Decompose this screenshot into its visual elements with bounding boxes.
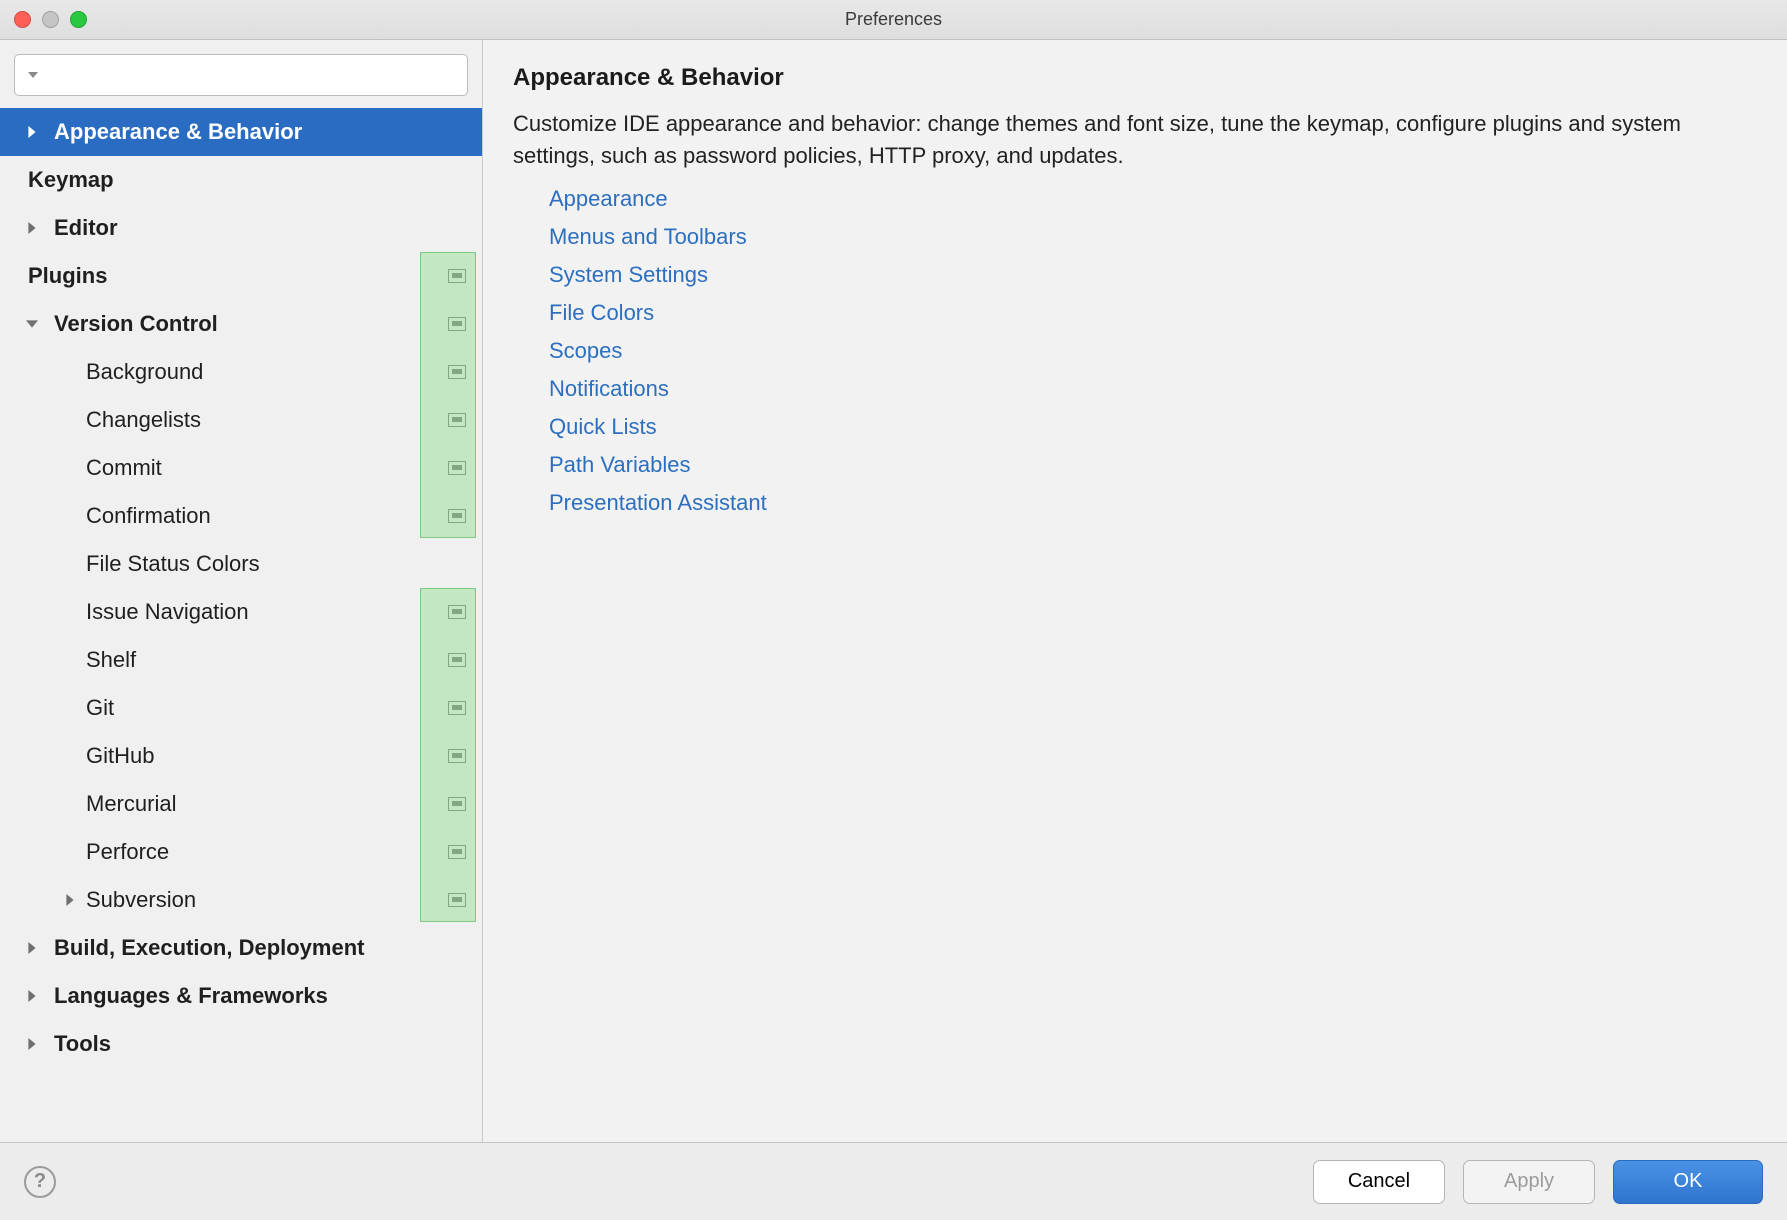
search-input[interactable] — [44, 65, 457, 86]
tree-item-label: Issue Navigation — [86, 599, 249, 625]
tree-item-label: Background — [86, 359, 203, 385]
project-scope-icon — [448, 653, 466, 667]
chevron-right-icon[interactable] — [22, 222, 42, 234]
tree-item-label: Commit — [86, 455, 162, 481]
subpage-link[interactable]: Scopes — [549, 338, 1757, 364]
subpage-link[interactable]: Menus and Toolbars — [549, 224, 1757, 250]
tree-item-label: Tools — [54, 1031, 111, 1057]
tree-item[interactable]: Editor — [0, 204, 482, 252]
page-description: Customize IDE appearance and behavior: c… — [483, 102, 1743, 186]
tree-item[interactable]: Build, Execution, Deployment — [0, 924, 482, 972]
tree-item-label: Appearance & Behavior — [54, 119, 302, 145]
tree-item-label: Shelf — [86, 647, 136, 673]
search-field[interactable] — [14, 54, 468, 96]
close-window-button[interactable] — [14, 11, 31, 28]
search-dropdown-icon[interactable] — [25, 70, 38, 80]
tree-item[interactable]: Commit — [0, 444, 482, 492]
ok-button[interactable]: OK — [1613, 1160, 1763, 1204]
tree-item[interactable]: Subversion — [0, 876, 482, 924]
tree-item[interactable]: Plugins — [0, 252, 482, 300]
tree-item-label: Subversion — [86, 887, 196, 913]
tree-item-label: Git — [86, 695, 114, 721]
content-split: Appearance & Behavior Keymap Editor Plugins… — [0, 40, 1787, 1142]
minimize-window-button[interactable] — [42, 11, 59, 28]
tree-item[interactable]: File Status Colors — [0, 540, 482, 588]
tree-item[interactable]: Confirmation — [0, 492, 482, 540]
tree-item-label: File Status Colors — [86, 551, 260, 577]
project-scope-icon — [448, 893, 466, 907]
apply-button[interactable]: Apply — [1463, 1160, 1595, 1204]
preferences-tree: Appearance & Behavior Keymap Editor Plugins… — [0, 106, 482, 1142]
maximize-window-button[interactable] — [70, 11, 87, 28]
tree-item-label: Editor — [54, 215, 118, 241]
project-scope-icon — [448, 461, 466, 475]
subpage-link[interactable]: System Settings — [549, 262, 1757, 288]
tree-item-label: Languages & Frameworks — [54, 983, 328, 1009]
tree-item[interactable]: Git — [0, 684, 482, 732]
tree-item-label: GitHub — [86, 743, 154, 769]
project-scope-icon — [448, 845, 466, 859]
subpage-link[interactable]: Appearance — [549, 186, 1757, 212]
chevron-right-icon[interactable] — [22, 126, 42, 138]
tree-item[interactable]: Shelf — [0, 636, 482, 684]
chevron-right-icon[interactable] — [22, 1038, 42, 1050]
subpage-link[interactable]: Presentation Assistant — [549, 490, 1757, 516]
tree-item-label: Mercurial — [86, 791, 176, 817]
project-scope-icon — [448, 605, 466, 619]
project-scope-icon — [448, 317, 466, 331]
tree-item-label: Plugins — [28, 263, 107, 289]
subpage-links: Appearance Menus and Toolbars System Setti… — [483, 186, 1787, 516]
subpage-link[interactable]: Path Variables — [549, 452, 1757, 478]
chevron-right-icon[interactable] — [22, 990, 42, 1002]
tree-item[interactable]: Version Control — [0, 300, 482, 348]
help-button[interactable]: ? — [24, 1166, 56, 1198]
window-title: Preferences — [0, 9, 1787, 30]
chevron-right-icon[interactable] — [60, 894, 80, 906]
project-scope-icon — [448, 509, 466, 523]
tree-item[interactable]: Languages & Frameworks — [0, 972, 482, 1020]
tree-item-label: Keymap — [28, 167, 114, 193]
subpage-link[interactable]: File Colors — [549, 300, 1757, 326]
project-scope-icon — [448, 413, 466, 427]
tree-item-label: Version Control — [54, 311, 218, 337]
tree-item[interactable]: Changelists — [0, 396, 482, 444]
tree-item[interactable]: Tools — [0, 1020, 482, 1068]
tree-item[interactable]: Issue Navigation — [0, 588, 482, 636]
tree-item[interactable]: Mercurial — [0, 780, 482, 828]
tree-item[interactable]: GitHub — [0, 732, 482, 780]
tree-item-label: Build, Execution, Deployment — [54, 935, 364, 961]
project-scope-icon — [448, 365, 466, 379]
chevron-right-icon[interactable] — [22, 942, 42, 954]
cancel-button[interactable]: Cancel — [1313, 1160, 1445, 1204]
titlebar: Preferences — [0, 0, 1787, 40]
project-scope-icon — [448, 749, 466, 763]
tree-item-label: Confirmation — [86, 503, 211, 529]
tree-item[interactable]: Keymap — [0, 156, 482, 204]
project-scope-icon — [448, 269, 466, 283]
preferences-sidebar: Appearance & Behavior Keymap Editor Plugins… — [0, 40, 483, 1142]
window-controls — [14, 11, 87, 28]
chevron-down-icon[interactable] — [22, 318, 42, 330]
subpage-link[interactable]: Notifications — [549, 376, 1757, 402]
subpage-link[interactable]: Quick Lists — [549, 414, 1757, 440]
project-scope-icon — [448, 701, 466, 715]
page-title: Appearance & Behavior — [483, 40, 1787, 102]
preferences-main: Appearance & Behavior Customize IDE appe… — [483, 40, 1787, 1142]
tree-item-label: Changelists — [86, 407, 201, 433]
tree-item[interactable]: Perforce — [0, 828, 482, 876]
tree-item[interactable]: Background — [0, 348, 482, 396]
project-scope-icon — [448, 797, 466, 811]
dialog-footer: ? Cancel Apply OK — [0, 1142, 1787, 1220]
search-container — [0, 40, 482, 106]
tree-item-label: Perforce — [86, 839, 169, 865]
tree-item[interactable]: Appearance & Behavior — [0, 108, 482, 156]
